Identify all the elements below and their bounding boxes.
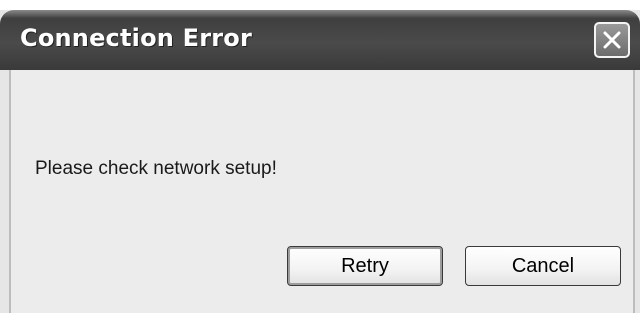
retry-button[interactable]: Retry xyxy=(287,246,443,286)
error-message: Please check network setup! xyxy=(35,158,277,179)
dialog-titlebar[interactable]: Connection Error xyxy=(0,10,640,70)
cancel-button[interactable]: Cancel xyxy=(465,246,621,286)
close-icon xyxy=(603,31,621,49)
connection-error-dialog: Connection Error Please check network se… xyxy=(0,10,640,313)
close-button[interactable] xyxy=(594,22,630,58)
dialog-body: Please check network setup! Retry Cancel xyxy=(9,70,635,313)
dialog-title: Connection Error xyxy=(20,24,252,52)
